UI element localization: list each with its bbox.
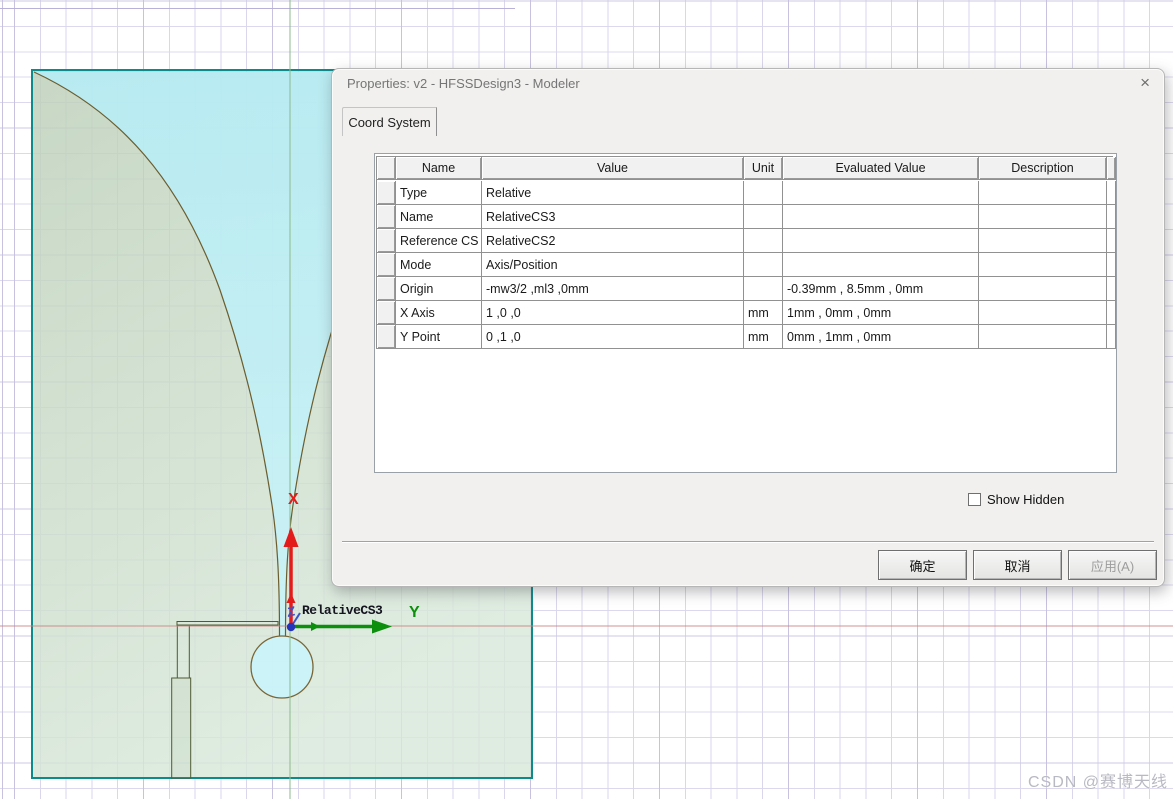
cell-description <box>979 325 1107 349</box>
show-hidden-label: Show Hidden <box>987 492 1065 507</box>
cell-spacer <box>1107 253 1116 277</box>
cell-evaluated <box>783 229 979 253</box>
corner-header-cell <box>377 157 396 180</box>
taper-curve-left <box>33 71 281 637</box>
row-selector[interactable] <box>377 253 396 277</box>
cell-description <box>979 277 1107 301</box>
button-separator <box>342 541 1154 543</box>
cell-unit[interactable] <box>744 205 783 229</box>
cell-value[interactable]: Relative <box>482 181 744 205</box>
apply-button[interactable]: 应用(A) <box>1068 550 1157 580</box>
cell-description <box>979 301 1107 325</box>
cell-spacer <box>1107 277 1116 301</box>
x-axis-mid-arrowhead <box>286 593 296 603</box>
cancel-button[interactable]: 取消 <box>973 550 1062 580</box>
cell-evaluated <box>783 253 979 277</box>
y-axis-mid-arrowhead <box>311 622 320 631</box>
cell-value[interactable]: RelativeCS2 <box>482 229 744 253</box>
column-header-spacer <box>1107 157 1116 180</box>
cell-spacer <box>1107 205 1116 229</box>
cell-unit[interactable] <box>744 229 783 253</box>
cell-description <box>979 205 1107 229</box>
slot-cavity-circle <box>250 635 314 699</box>
column-header-evaluated-value: Evaluated Value <box>783 157 979 180</box>
cs-origin-dot <box>286 622 296 632</box>
cell-value[interactable]: 1 ,0 ,0 <box>482 301 744 325</box>
feed-stub-narrow <box>176 624 190 679</box>
cell-name: Origin <box>396 277 482 301</box>
properties-panel: Name Value Unit Evaluated Value Descript… <box>374 153 1117 473</box>
cell-name: Type <box>396 181 482 205</box>
show-hidden-checkbox-row: Show Hidden <box>968 492 1064 507</box>
cell-spacer <box>1107 181 1116 205</box>
y-axis-arrowhead <box>372 619 392 634</box>
cell-description <box>979 253 1107 277</box>
cell-evaluated <box>783 205 979 229</box>
y-axis-label: Y <box>409 604 420 621</box>
cell-spacer <box>1107 301 1116 325</box>
tab-coord-system[interactable]: Coord System <box>342 107 437 136</box>
properties-table: Name Value Unit Evaluated Value Descript… <box>376 156 1116 349</box>
column-header-description: Description <box>979 157 1107 180</box>
z-axis-tick <box>290 612 301 628</box>
cell-evaluated: 1mm , 0mm , 0mm <box>783 301 979 325</box>
cell-value[interactable]: -mw3/2 ,ml3 ,0mm <box>482 277 744 301</box>
x-axis-arrowhead <box>283 527 299 547</box>
dialog-title: Properties: v2 - HFSSDesign3 - Modeler <box>347 76 580 91</box>
cell-unit[interactable] <box>744 181 783 205</box>
feed-section-wide <box>171 677 192 779</box>
cell-name: Mode <box>396 253 482 277</box>
cell-evaluated: 0mm , 1mm , 0mm <box>783 325 979 349</box>
cell-evaluated: -0.39mm , 8.5mm , 0mm <box>783 277 979 301</box>
cell-description <box>979 229 1107 253</box>
background-edge-line <box>0 8 515 9</box>
z-axis-label: Z <box>285 603 297 620</box>
column-header-value: Value <box>482 157 744 180</box>
properties-dialog: Properties: v2 - HFSSDesign3 - Modeler ×… <box>331 68 1165 587</box>
row-selector[interactable] <box>377 229 396 253</box>
row-selector[interactable] <box>377 277 396 301</box>
x-axis-label: X <box>288 491 299 508</box>
cell-spacer <box>1107 325 1116 349</box>
cell-spacer <box>1107 229 1116 253</box>
feed-trace-horizontal <box>176 621 279 626</box>
cell-unit[interactable] <box>744 253 783 277</box>
tab-label: Coord System <box>348 114 431 130</box>
cell-value[interactable]: Axis/Position <box>482 253 744 277</box>
show-hidden-checkbox[interactable] <box>968 493 981 506</box>
cell-unit[interactable]: mm <box>744 325 783 349</box>
cell-name: X Axis <box>396 301 482 325</box>
row-selector[interactable] <box>377 181 396 205</box>
cell-unit[interactable] <box>744 277 783 301</box>
cell-unit[interactable]: mm <box>744 301 783 325</box>
row-selector[interactable] <box>377 205 396 229</box>
cell-name: Reference CS <box>396 229 482 253</box>
cell-value[interactable]: RelativeCS3 <box>482 205 744 229</box>
coordinate-system-name-label: RelativeCS3 <box>302 603 383 618</box>
close-icon[interactable]: × <box>1140 74 1150 92</box>
cell-evaluated <box>783 181 979 205</box>
cell-name: Y Point <box>396 325 482 349</box>
cell-description <box>979 181 1107 205</box>
cell-value[interactable]: 0 ,1 ,0 <box>482 325 744 349</box>
cell-name: Name <box>396 205 482 229</box>
row-selector[interactable] <box>377 301 396 325</box>
row-selector[interactable] <box>377 325 396 349</box>
column-header-name: Name <box>396 157 482 180</box>
column-header-unit: Unit <box>744 157 783 180</box>
ok-button[interactable]: 确定 <box>878 550 967 580</box>
watermark: CSDN @赛博天线 <box>1027 774 1168 791</box>
